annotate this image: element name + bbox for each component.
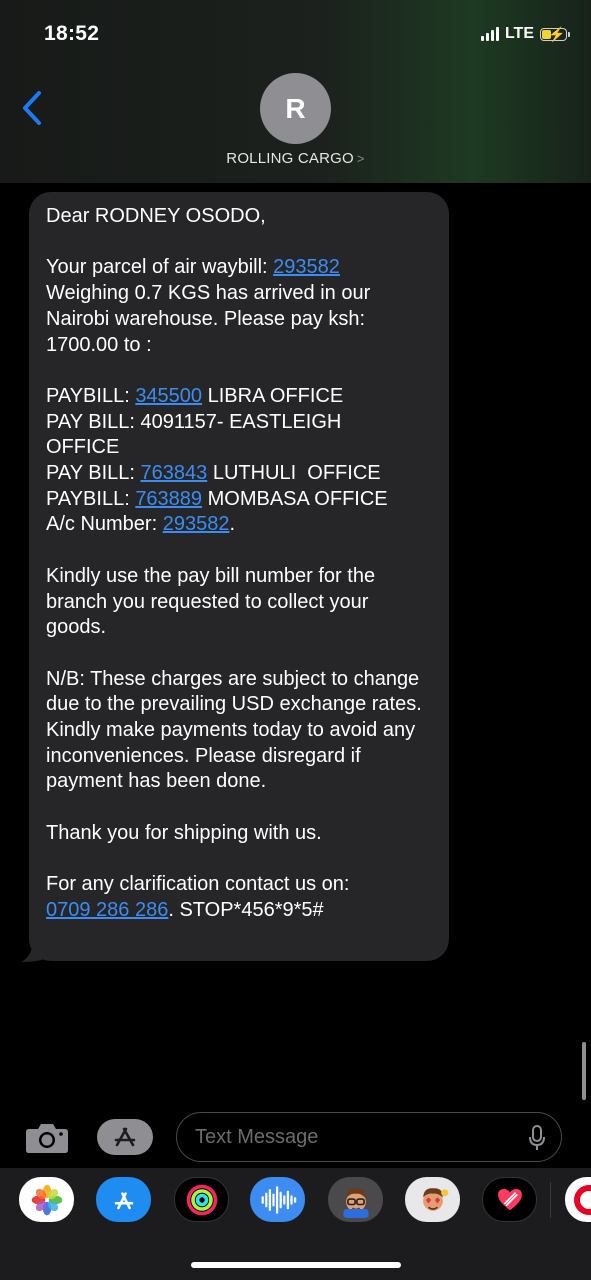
contact-line: 0709 286 286. STOP*456*9*5#	[46, 898, 324, 921]
message-input-placeholder: Text Message	[195, 1126, 319, 1148]
paybill-link[interactable]: 763889	[135, 488, 202, 510]
message-paragraph: Thank you for shipping with us.	[46, 821, 322, 844]
message-paragraph: For any clarification contact us on:	[46, 873, 350, 896]
app-store-a-icon	[114, 1127, 136, 1147]
photos-app-icon[interactable]	[19, 1177, 74, 1222]
battery-charging-icon: ⚡	[540, 26, 570, 42]
network-type-label: LTE	[504, 25, 534, 42]
paybill-line: PAYBILL: 763889 MOMBASA OFFICE	[46, 487, 388, 510]
message-paragraph: N/B: These charges are subject to change…	[46, 667, 422, 793]
contact-avatar[interactable]: R	[260, 73, 331, 144]
status-time: 18:52	[44, 22, 100, 45]
paybill-line: PAYBILL: 345500 LIBRA OFFICE	[46, 384, 344, 407]
waybill-link[interactable]: 293582	[273, 256, 340, 278]
message-paragraph: Your parcel of air waybill: 293582 Weighi…	[46, 256, 371, 356]
memoji-icon[interactable]	[328, 1177, 383, 1222]
chevron-right-icon: >	[356, 151, 365, 166]
back-chevron-icon[interactable]	[20, 90, 46, 126]
incoming-message-bubble[interactable]: Dear RODNEY OSODO, Your parcel of air wa…	[29, 192, 449, 961]
paybill-link[interactable]: 763843	[141, 462, 208, 484]
contact-name-button[interactable]: ROLLING CARGO >	[0, 150, 591, 167]
signal-strength-icon	[480, 27, 499, 41]
contact-name: ROLLING CARGO	[226, 150, 354, 167]
paybill-link[interactable]: 345500	[135, 385, 202, 407]
tray-divider	[550, 1182, 551, 1218]
account-number-line: A/c Number: 293582.	[46, 513, 236, 536]
account-number-link[interactable]: 293582	[163, 513, 230, 535]
app-store-icon[interactable]	[96, 1177, 151, 1222]
audio-message-icon[interactable]	[250, 1177, 305, 1222]
message-greeting: Dear RODNEY OSODO,	[46, 205, 266, 227]
memoji-stickers-icon[interactable]	[405, 1177, 460, 1222]
message-input[interactable]: Text Message	[176, 1112, 562, 1162]
paybill-line: PAY BILL: 763843 LUTHULI OFFICE	[46, 462, 381, 484]
camera-icon[interactable]	[25, 1121, 69, 1154]
digital-touch-icon[interactable]	[482, 1177, 537, 1222]
app-store-button[interactable]	[97, 1119, 153, 1155]
microphone-icon[interactable]	[529, 1125, 545, 1151]
status-indicators: LTE ⚡	[480, 25, 570, 43]
paybill-line: PAY BILL: 4091157- EASTLEIGH OFFICE	[46, 410, 342, 459]
scrollbar[interactable]	[582, 1042, 586, 1100]
message-paragraph: Kindly use the pay bill number for the b…	[46, 564, 376, 639]
fitness-app-icon[interactable]	[174, 1177, 229, 1222]
phone-number-link[interactable]: 0709 286 286	[46, 899, 168, 921]
home-indicator[interactable]	[191, 1262, 401, 1268]
